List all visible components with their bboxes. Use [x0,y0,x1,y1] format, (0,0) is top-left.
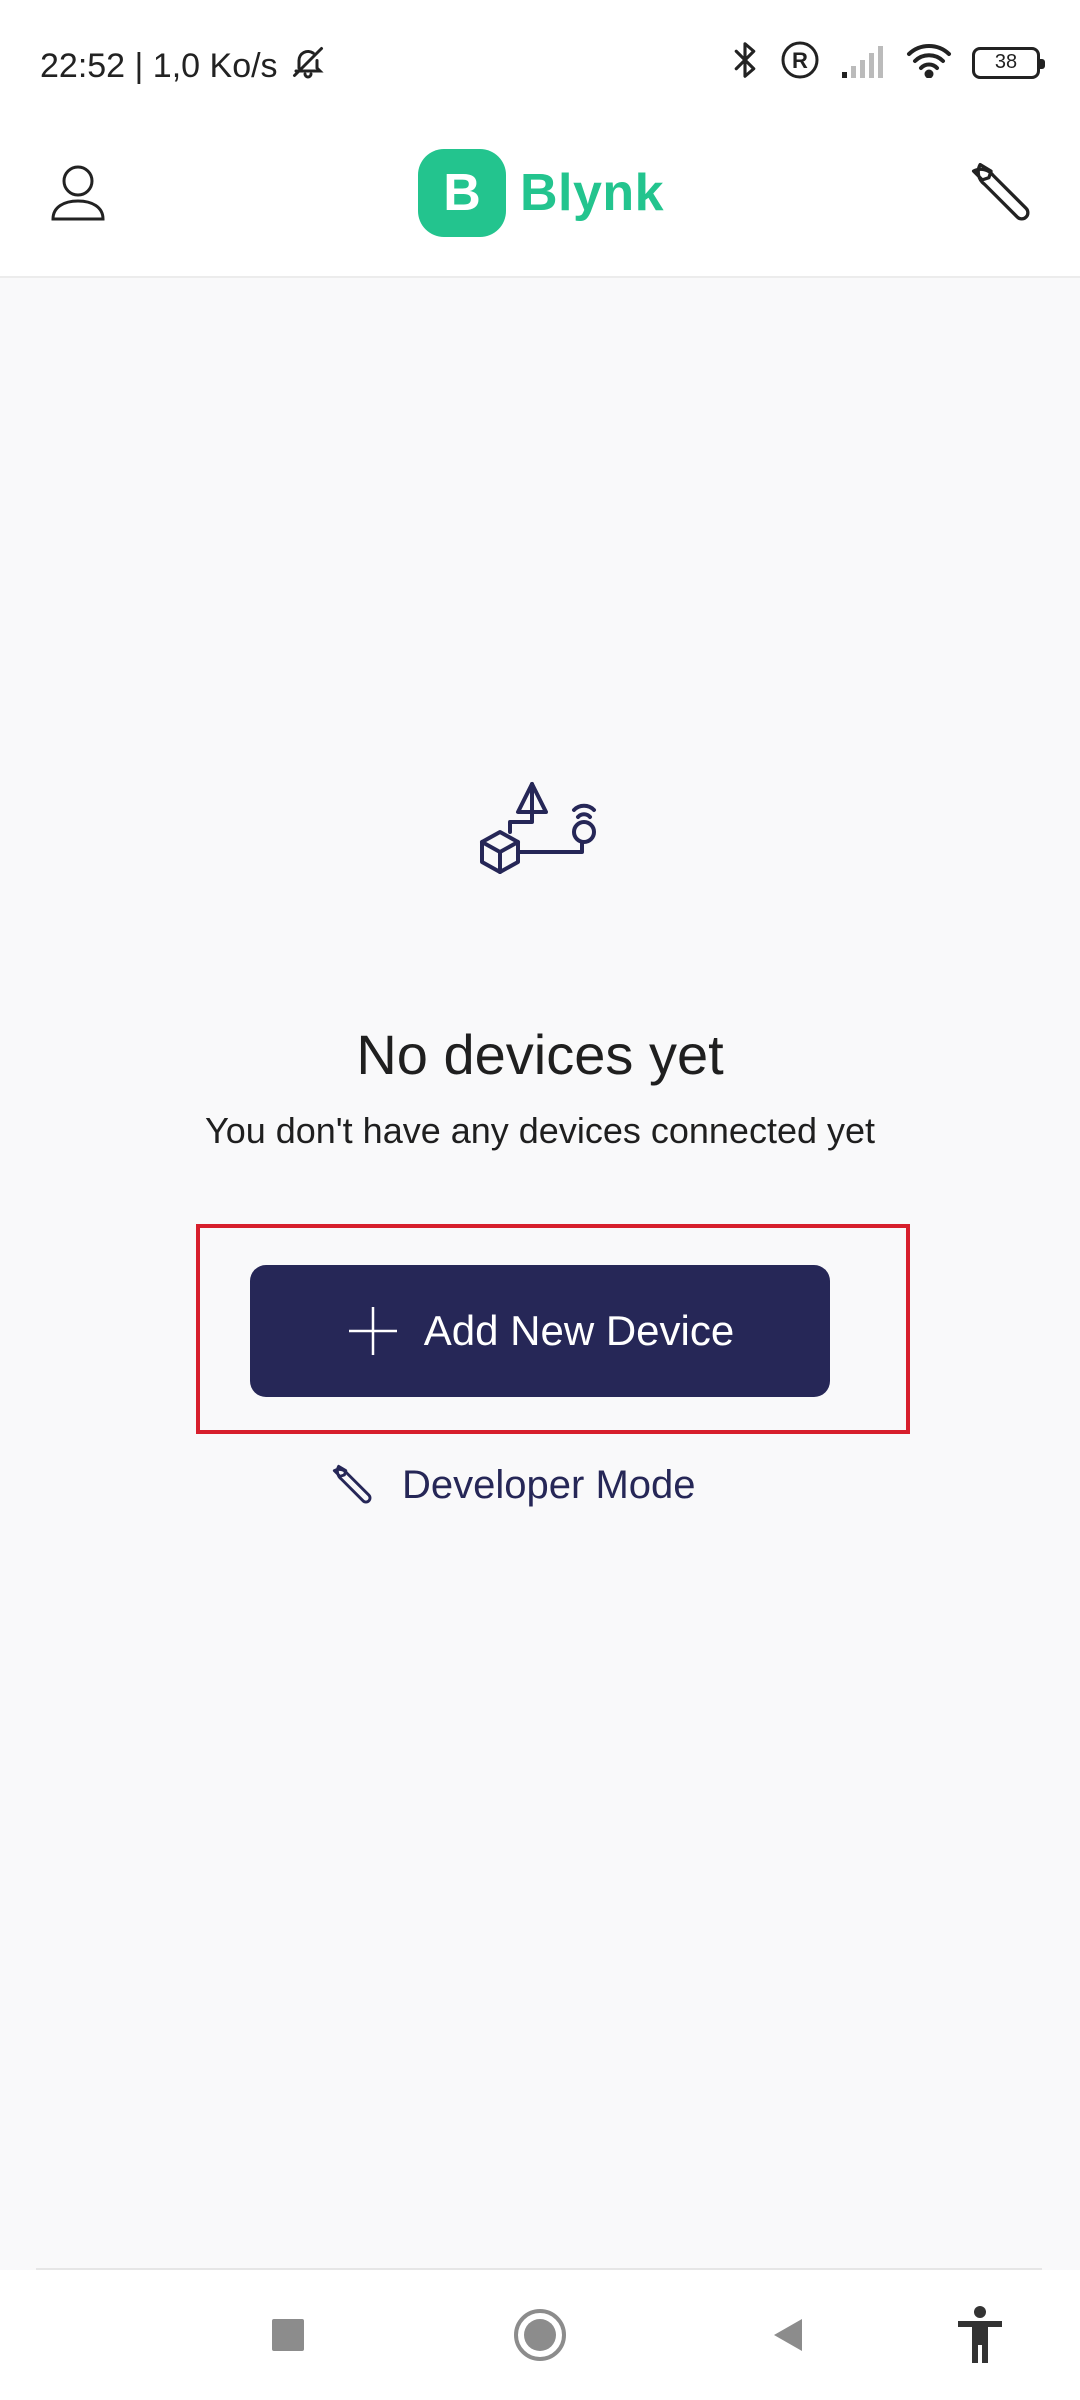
nav-recents-button[interactable] [248,2295,328,2375]
app-bar: B Blynk [0,130,1080,278]
bluetooth-icon [730,40,760,85]
empty-state-title: No devices yet [356,1023,724,1086]
developer-mode-link[interactable]: Developer Mode [330,1455,696,1515]
status-right: R 38 [730,40,1045,85]
nav-back-icon [774,2319,802,2351]
empty-state-subtitle: You don't have any devices connected yet [204,1110,876,1151]
nav-home-button[interactable] [500,2295,580,2375]
nav-square-icon [272,2319,304,2351]
plus-icon [348,1307,397,1355]
app-logo: B Blynk [418,146,664,240]
screen: 22:52 | 1,0 Ko/s R 38 B Blynk No devices… [0,0,1080,2400]
status-bar: 22:52 | 1,0 Ko/s R 38 [0,0,1080,130]
devices-illustration-icon [470,770,610,910]
wrench-icon [332,1464,372,1504]
roaming-icon: R [780,40,820,85]
profile-button[interactable] [40,155,116,231]
logo-mark: B [418,149,506,237]
status-left: 22:52 | 1,0 Ko/s [40,44,326,89]
battery-icon: 38 [972,46,1045,79]
accessibility-icon [958,2306,1002,2363]
profile-icon [51,165,105,221]
status-time: 22:52 | 1,0 Ko/s [40,47,278,85]
wrench-icon [971,162,1030,221]
nav-home-icon [514,2309,566,2361]
system-nav-bar [0,2270,1080,2400]
add-new-device-button[interactable]: Add New Device [250,1265,830,1397]
logo-text: Blynk [520,164,665,222]
mute-bell-icon [290,44,326,89]
developer-mode-label: Developer Mode [402,1462,696,1507]
accessibility-button[interactable] [940,2295,1020,2375]
nav-back-button[interactable] [748,2295,828,2375]
developer-tools-button[interactable] [964,155,1040,231]
svg-text:R: R [792,48,808,73]
wifi-icon [906,42,952,83]
add-new-device-label: Add New Device [423,1307,735,1354]
signal-icon [840,42,886,83]
battery-level: 38 [994,51,1018,73]
